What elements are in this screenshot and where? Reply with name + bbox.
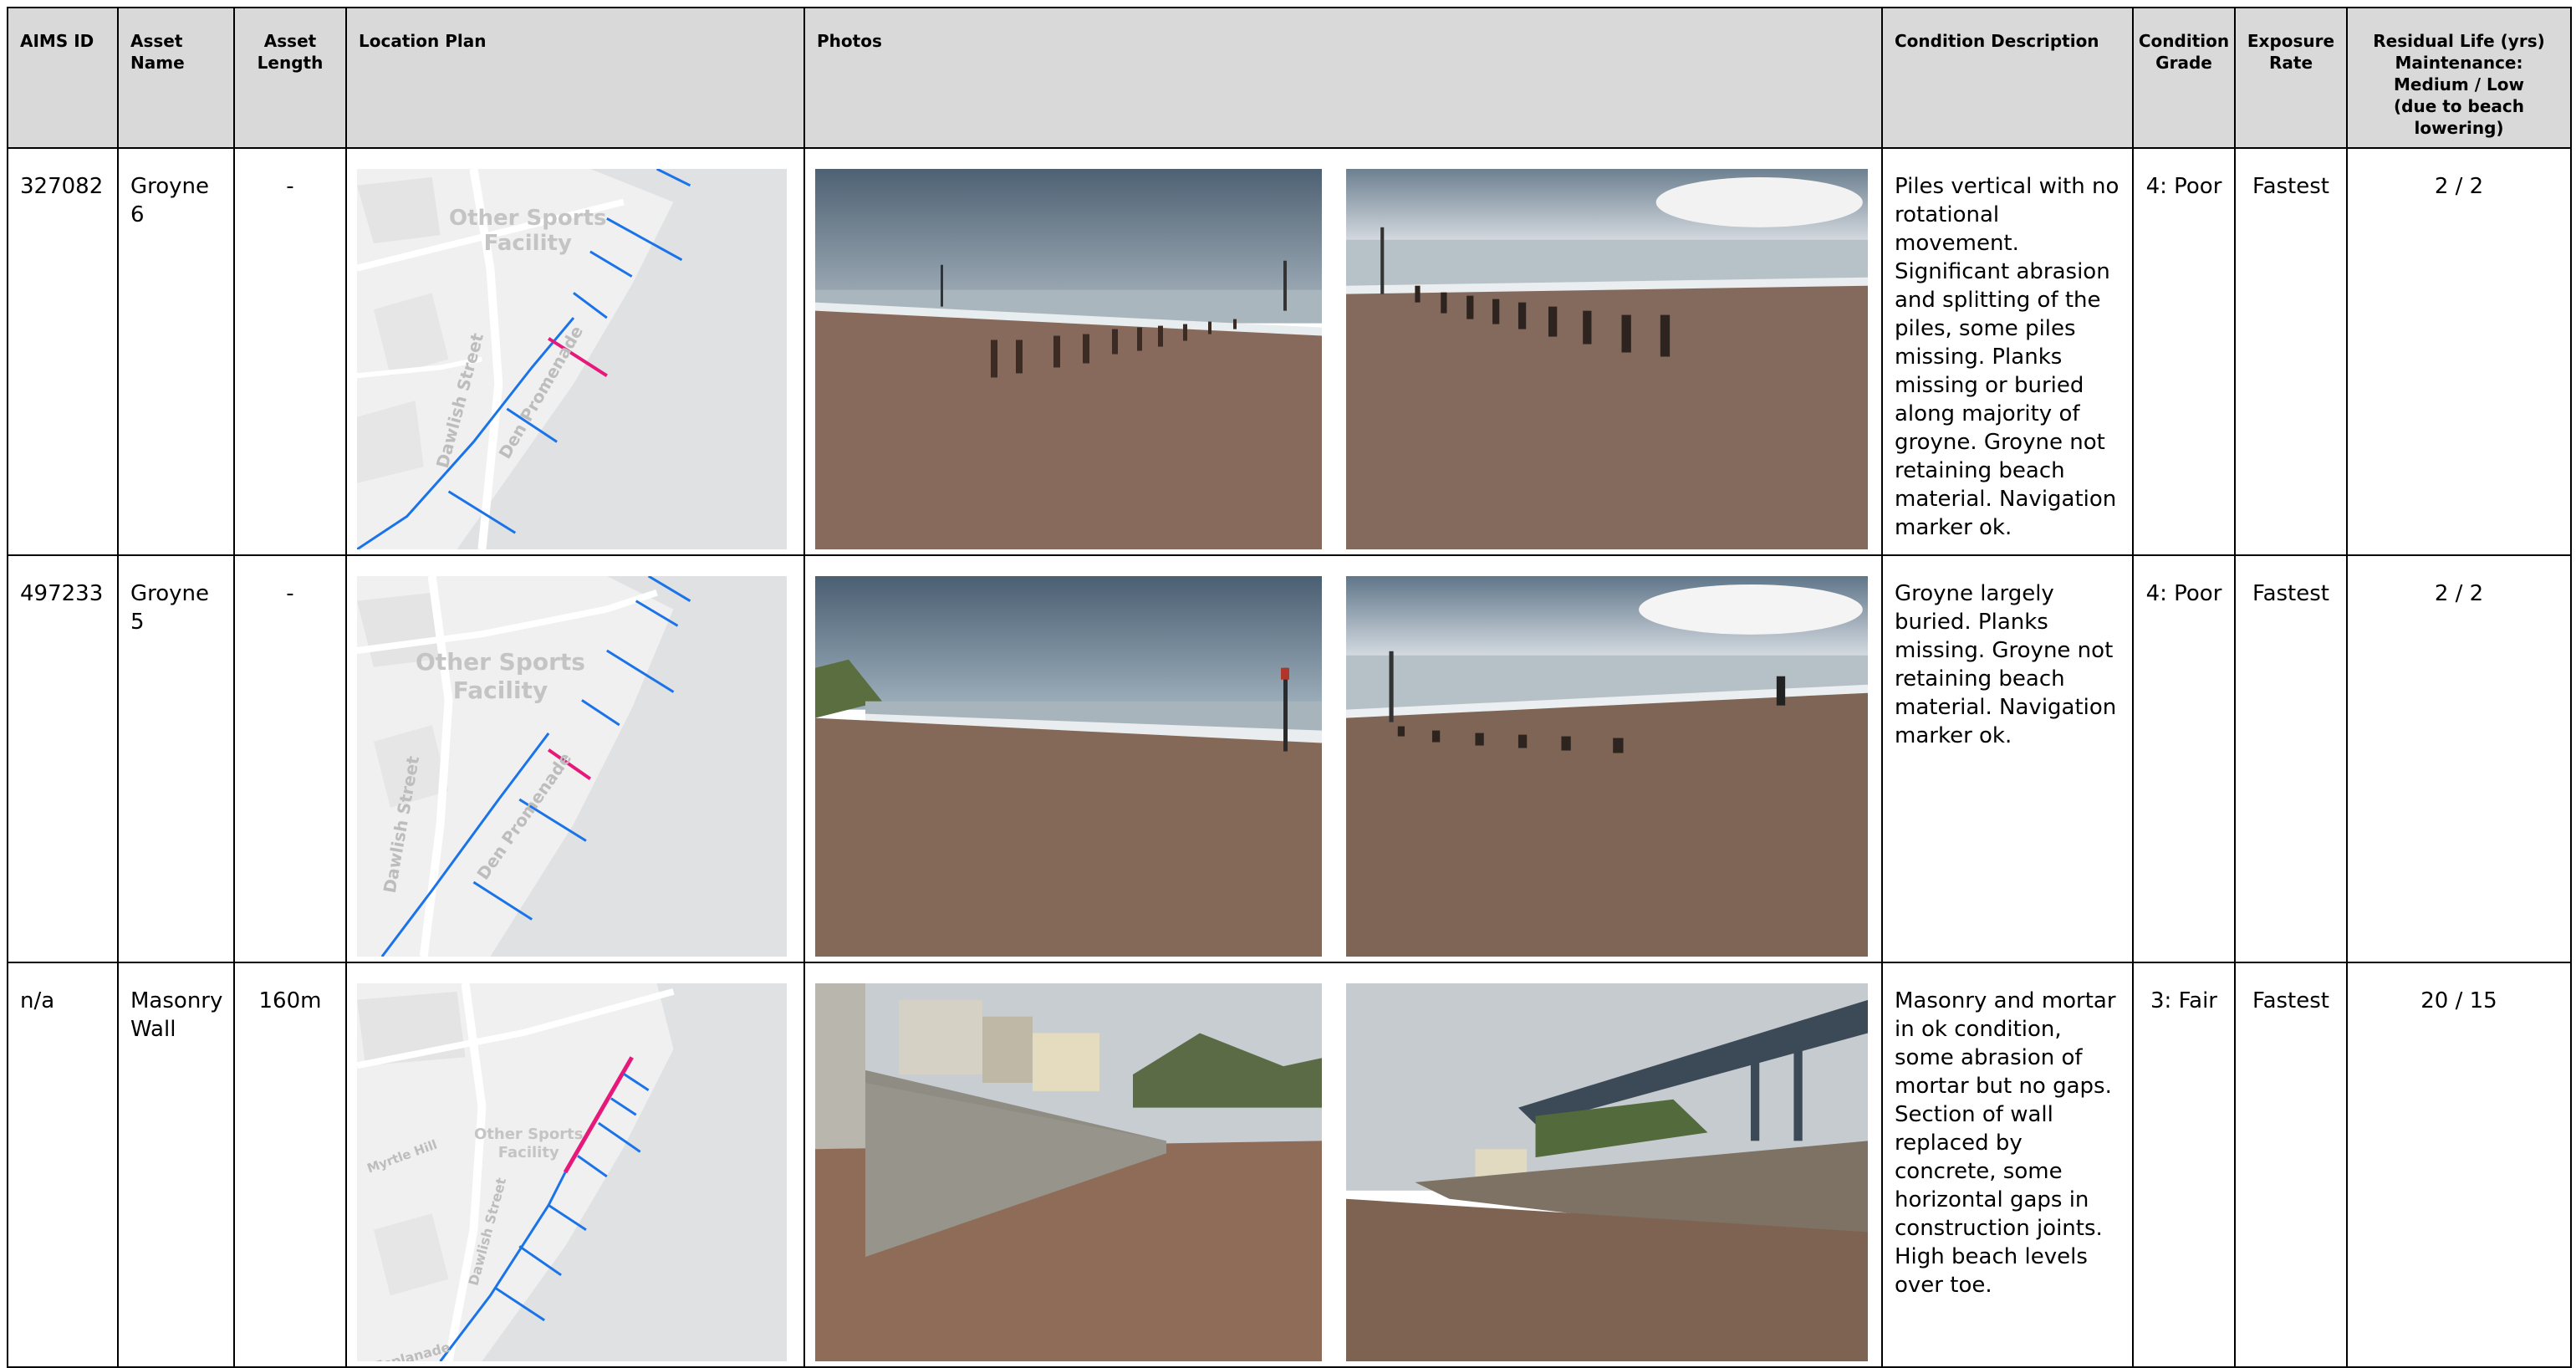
site-photo — [1346, 576, 1868, 957]
condition-grade-cell: 4: Poor — [2145, 174, 2222, 199]
header-asset-name: Asset Name — [117, 7, 235, 149]
exposure-rate-cell: Fastest — [2252, 581, 2329, 606]
header-photos: Photos — [803, 7, 1883, 149]
site-photo — [815, 983, 1322, 1361]
condition-grade-cell: 3: Fair — [2150, 988, 2217, 1013]
residual-life-cell: 2 / 2 — [2434, 581, 2484, 606]
asset-name-cell: Groyne 5 — [130, 581, 210, 635]
table-row: n/a Masonry Wall 160m Other Sports Facil… — [7, 962, 2572, 1368]
map-label-facility: Other Sports Facility — [474, 1126, 584, 1161]
map-label-facility: Other Sports Facility — [416, 648, 585, 704]
site-photo — [1346, 983, 1868, 1361]
header-asset-length: Asset Length — [233, 7, 347, 149]
exposure-rate-cell: Fastest — [2252, 174, 2329, 199]
site-photo — [815, 169, 1322, 549]
asset-condition-table: AIMS ID Asset Name Asset Length Location… — [7, 7, 2572, 1368]
condition-description-cell: Groyne largely buried. Planks missing. G… — [1895, 581, 2117, 748]
header-aims-id: AIMS ID — [7, 7, 119, 149]
header-residual-life: Residual Life (yrs) Maintenance: Medium … — [2346, 7, 2572, 149]
asset-length-cell: - — [286, 581, 294, 606]
exposure-rate-cell: Fastest — [2252, 988, 2329, 1013]
asset-name-cell: Masonry Wall — [130, 988, 223, 1042]
table-row: 497233 Groyne 5 - Other Sports Facility … — [7, 554, 2572, 963]
asset-length-cell: 160m — [258, 988, 322, 1013]
header-condition-grade: Condition Grade — [2132, 7, 2236, 149]
aims-id-cell: 327082 — [20, 174, 104, 199]
residual-life-cell: 2 / 2 — [2434, 174, 2484, 199]
header-exposure-rate: Exposure Rate — [2234, 7, 2348, 149]
aims-id-cell: n/a — [20, 988, 55, 1013]
aims-id-cell: 497233 — [20, 581, 104, 606]
condition-description-cell: Piles vertical with no rotational moveme… — [1895, 174, 2119, 540]
header-location-plan: Location Plan — [345, 7, 805, 149]
condition-grade-cell: 4: Poor — [2145, 581, 2222, 606]
site-photo — [815, 576, 1322, 957]
location-plan-map: Other Sports Facility Dawlish Street Den… — [357, 169, 787, 549]
residual-life-cell: 20 / 15 — [2420, 988, 2497, 1013]
header-condition-description: Condition Description — [1881, 7, 2134, 149]
map-label-facility: Other Sports Facility — [449, 206, 607, 256]
asset-name-cell: Groyne 6 — [130, 174, 210, 227]
header-row: AIMS ID Asset Name Asset Length Location… — [7, 7, 2572, 149]
site-photo — [1346, 169, 1868, 549]
location-plan-map: Other Sports Facility Dawlish Street Den… — [357, 576, 787, 957]
asset-length-cell: - — [286, 174, 294, 199]
table-row: 327082 Groyne 6 - Other Sports Facility … — [7, 147, 2572, 556]
location-plan-map: Other Sports Facility Myrtle Hill Dawlis… — [357, 983, 787, 1361]
condition-description-cell: Masonry and mortar in ok condition, some… — [1895, 988, 2116, 1298]
